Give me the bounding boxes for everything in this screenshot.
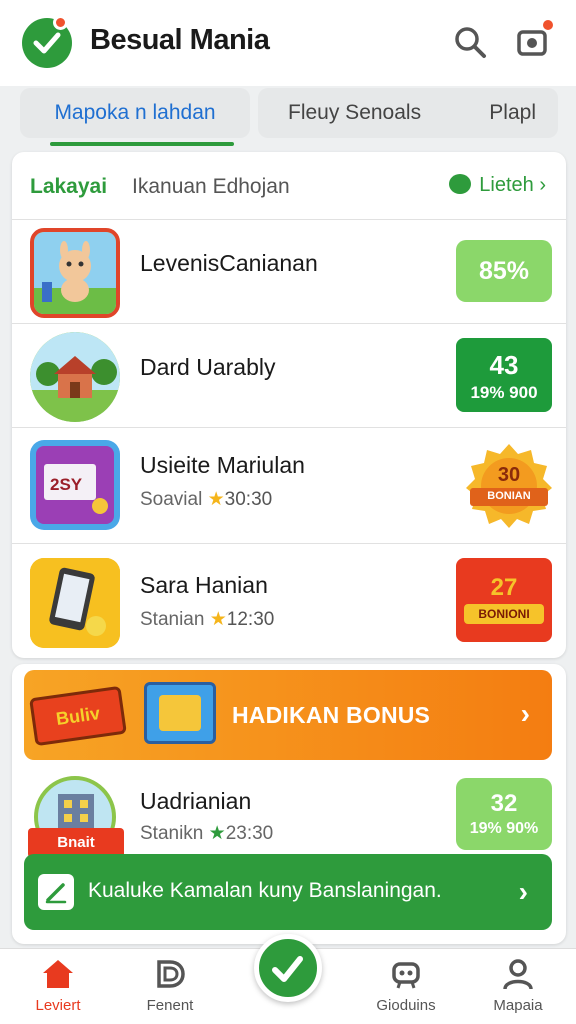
seal-value: 30: [497, 464, 521, 486]
score-value: 32: [490, 790, 518, 817]
game-thumbnail: [30, 228, 120, 318]
list-item[interactable]: LevenisCanianan 85%: [12, 220, 566, 324]
search-icon[interactable]: [452, 24, 488, 60]
robot-icon: [392, 962, 420, 989]
promo-card: Buliv HADIKAN BONUS › Bnait Uadrianian S…: [12, 664, 566, 944]
item-meta: Soavial ★30:30: [140, 488, 272, 511]
score-badge: 32 19% 90%: [456, 778, 552, 850]
star-icon: ★: [207, 489, 225, 510]
tab-bar: Mapoka n lahdan Fleuy Senoals Plapl: [20, 88, 558, 146]
nav-item-home[interactable]: Leviert: [10, 957, 106, 1014]
bonus-label: HADIKAN BONUS: [232, 702, 431, 728]
meta-value: 12:30: [226, 609, 275, 630]
item-name: LevenisCanianan: [140, 250, 318, 276]
item-name: Sara Hanian: [140, 572, 268, 598]
notification-dot: [53, 15, 68, 30]
item-name: Dard Uarably: [140, 354, 276, 380]
list-more-label: Lieteh: [479, 174, 534, 196]
meta-value: 30:30: [224, 489, 273, 510]
user-icon: [503, 959, 533, 990]
seal-badge: 30 BONIAN: [466, 442, 552, 528]
tab-3[interactable]: Plapl: [489, 88, 536, 138]
tab-group: Fleuy Senoals Plapl: [258, 88, 558, 138]
badge-dot: [541, 18, 555, 32]
edit-icon: [38, 874, 74, 910]
meta-label: Stanian: [140, 609, 205, 630]
bonus-sign-text: Buliv: [54, 703, 102, 729]
cta-button[interactable]: Kualuke Kamalan kuny Banslaningan. ›: [24, 854, 552, 930]
seal-sub: BONIAN: [487, 490, 531, 502]
star-icon: ★: [209, 609, 227, 630]
item-name: Usieite Mariulan: [140, 452, 305, 478]
item-name: Uadrianian: [140, 788, 252, 814]
d-icon: [157, 960, 185, 988]
check-icon: [272, 956, 303, 982]
list-header: Lakayai Ikanuan Edhojan Lieteh ›: [12, 152, 566, 220]
nav-label: Mapaia: [493, 997, 543, 1014]
meta-label: Stanikn: [140, 823, 204, 844]
list-title: Lakayai: [30, 175, 108, 198]
home-icon: [43, 960, 73, 988]
tab-1[interactable]: Mapoka n lahdan: [20, 88, 250, 138]
score-badge: 43 19% 900: [456, 338, 552, 412]
tab-2[interactable]: Fleuy Senoals: [288, 88, 421, 138]
game-thumbnail: 2SY: [30, 440, 120, 530]
game-thumbnail: [30, 332, 120, 422]
gift-box-icon: [144, 682, 216, 744]
list-subtitle: Ikanuan Edhojan: [132, 175, 290, 198]
fab-check-button[interactable]: [254, 934, 322, 1002]
shopping-bag-icon[interactable]: [515, 18, 555, 60]
chevron-right-icon: ›: [520, 698, 530, 729]
nav-item-games[interactable]: Gioduins: [358, 957, 454, 1014]
list-item[interactable]: 2SY Usieite Mariulan Soavial ★30:30 30 B…: [12, 428, 566, 544]
bonus-value: 27: [490, 574, 518, 601]
nav-item-feed[interactable]: Fenent: [122, 957, 218, 1014]
nav-label: Gioduins: [376, 997, 436, 1014]
chevron-right-icon: ›: [518, 876, 528, 907]
discount-badge: 85%: [456, 240, 552, 302]
score-sub: 19% 90%: [469, 820, 539, 837]
item-meta: Stanian ★12:30: [140, 608, 274, 631]
bonus-banner[interactable]: Buliv HADIKAN BONUS ›: [24, 670, 552, 760]
list-more-link[interactable]: Lieteh ›: [449, 174, 546, 197]
bonus-badge: 27 BONIONI: [456, 558, 552, 642]
nav-label: Fenent: [146, 997, 194, 1014]
bonus-sign: Buliv: [29, 685, 127, 747]
cta-label: Kualuke Kamalan kuny Banslaningan.: [88, 879, 442, 902]
chat-icon: [449, 174, 472, 194]
svg-text:2SY: 2SY: [50, 475, 83, 494]
tab-active-indicator: [50, 142, 234, 146]
app-bar: Besual Mania: [0, 0, 576, 86]
app-title: Besual Mania: [90, 24, 270, 56]
nav-label: Leviert: [35, 997, 81, 1014]
bonus-sub: BONIONI: [464, 604, 544, 624]
meta-value: 23:30: [225, 823, 274, 844]
meta-label: Soavial: [140, 489, 203, 510]
nav-item-profile[interactable]: Mapaia: [470, 957, 566, 1014]
list-item[interactable]: Dard Uarably 43 19% 900: [12, 324, 566, 428]
game-thumbnail: [30, 558, 120, 648]
score-value: 43: [489, 350, 519, 380]
list-item[interactable]: Sara Hanian Stanian ★12:30 27 BONIONI: [12, 544, 566, 658]
item-meta: Stanikn ★23:30: [140, 822, 273, 845]
star-icon: ★: [208, 823, 226, 844]
list-card: Lakayai Ikanuan Edhojan Lieteh › Levenis…: [12, 152, 566, 658]
score-sub: 19% 900: [470, 383, 538, 402]
